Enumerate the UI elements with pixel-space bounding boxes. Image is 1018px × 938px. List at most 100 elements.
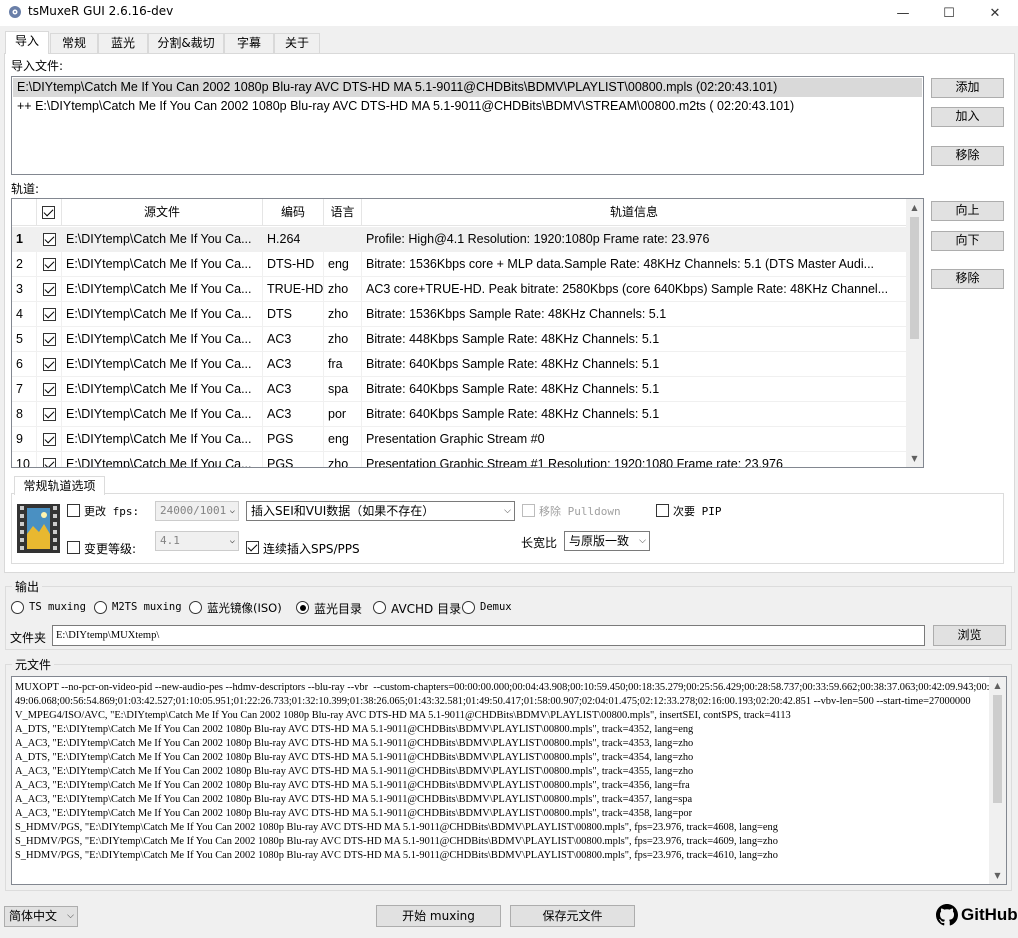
- track-source: E:\DIYtemp\Catch Me If You Ca...: [66, 457, 252, 468]
- language-select[interactable]: 简体中文 ⌵: [4, 906, 78, 927]
- track-info-header[interactable]: 轨道信息: [362, 199, 907, 226]
- track-enabled-checkbox[interactable]: [43, 433, 56, 446]
- app-icon: [8, 5, 22, 19]
- tracks-table[interactable]: 源文件 编码 语言 轨道信息 1 E:\DIYtemp\Catch Me If Y…: [11, 198, 924, 468]
- minimize-button[interactable]: —: [880, 0, 926, 26]
- save-meta-button[interactable]: 保存元文件: [510, 905, 635, 927]
- column-separator: [323, 402, 324, 427]
- tab-general[interactable]: 常规: [50, 33, 98, 53]
- column-separator: [361, 302, 362, 327]
- scroll-down-arrow-icon[interactable]: ▼: [906, 450, 923, 467]
- track-row[interactable]: 1 E:\DIYtemp\Catch Me If You Ca... H.264 Pr…: [12, 227, 906, 252]
- scrollbar-thumb[interactable]: [910, 217, 919, 339]
- append-button[interactable]: 加入: [931, 107, 1004, 127]
- track-row[interactable]: 8 E:\DIYtemp\Catch Me If You Ca... AC3 por B…: [12, 402, 906, 427]
- track-source: E:\DIYtemp\Catch Me If You Ca...: [66, 432, 252, 446]
- track-source: E:\DIYtemp\Catch Me If You Ca...: [66, 407, 252, 421]
- track-row[interactable]: 4 E:\DIYtemp\Catch Me If You Ca... DTS zho B…: [12, 302, 906, 327]
- column-separator: [61, 427, 62, 452]
- column-separator: [36, 352, 37, 377]
- scroll-down-arrow-icon[interactable]: ▼: [989, 867, 1006, 884]
- fps-select[interactable]: 24000/1001 ⌵: [155, 501, 239, 521]
- tab-split-cut[interactable]: 分割&裁切: [148, 33, 224, 53]
- import-file-item[interactable]: ++ E:\DIYtemp\Catch Me If You Can 2002 1…: [13, 97, 922, 116]
- radio-bluray-folder[interactable]: [296, 601, 309, 614]
- track-row[interactable]: 7 E:\DIYtemp\Catch Me If You Ca... AC3 spa B…: [12, 377, 906, 402]
- close-button[interactable]: ✕: [972, 0, 1018, 26]
- tab-subtitles[interactable]: 字幕: [224, 33, 274, 53]
- track-enabled-checkbox[interactable]: [43, 233, 56, 246]
- track-language: zho: [328, 282, 349, 296]
- move-down-button[interactable]: 向下: [931, 231, 1004, 251]
- track-enabled-checkbox[interactable]: [43, 308, 56, 321]
- remove-file-button[interactable]: 移除: [931, 146, 1004, 166]
- import-file-list[interactable]: E:\DIYtemp\Catch Me If You Can 2002 1080…: [11, 76, 924, 175]
- track-row[interactable]: 5 E:\DIYtemp\Catch Me If You Ca... AC3 zho B…: [12, 327, 906, 352]
- track-row[interactable]: 9 E:\DIYtemp\Catch Me If You Ca... PGS eng P…: [12, 427, 906, 452]
- avchd-folder-label: AVCHD 目录: [391, 602, 462, 616]
- move-up-button[interactable]: 向上: [931, 201, 1004, 221]
- level-select[interactable]: 4.1 ⌵: [155, 531, 239, 551]
- scroll-up-arrow-icon[interactable]: ▲: [906, 199, 923, 216]
- aspect-select[interactable]: 与原版一致 ⌵: [564, 531, 650, 551]
- column-separator: [323, 427, 324, 452]
- demux-label: Demux: [480, 601, 512, 613]
- scroll-up-arrow-icon[interactable]: ▲: [989, 677, 1006, 694]
- codec-header[interactable]: 编码: [263, 199, 324, 226]
- github-icon[interactable]: [936, 904, 958, 926]
- track-enabled-checkbox[interactable]: [43, 283, 56, 296]
- change-fps-checkbox[interactable]: [67, 504, 80, 517]
- insert-sps-checkbox[interactable]: [246, 541, 259, 554]
- meta-scrollbar[interactable]: ▲ ▼: [989, 677, 1006, 884]
- start-muxing-button[interactable]: 开始 muxing: [376, 905, 501, 927]
- secondary-pip-checkbox[interactable]: [656, 504, 669, 517]
- radio-ts-muxing[interactable]: [11, 601, 24, 614]
- column-separator: [36, 377, 37, 402]
- scrollbar-thumb[interactable]: [993, 695, 1002, 803]
- check-all-checkbox[interactable]: [42, 206, 55, 219]
- track-row[interactable]: 6 E:\DIYtemp\Catch Me If You Ca... AC3 fra B…: [12, 352, 906, 377]
- track-row[interactable]: 10 E:\DIYtemp\Catch Me If You Ca... PGS zho…: [12, 452, 906, 468]
- radio-m2ts-muxing[interactable]: [94, 601, 107, 614]
- track-options-tab[interactable]: 常规轨道选项: [14, 476, 105, 495]
- maximize-button[interactable]: ☐: [926, 0, 972, 26]
- track-enabled-checkbox[interactable]: [43, 358, 56, 371]
- tab-about[interactable]: 关于: [274, 33, 320, 53]
- track-codec: TRUE-HD: [267, 282, 324, 296]
- tab-bluray[interactable]: 蓝光: [98, 33, 148, 53]
- meta-textarea[interactable]: MUXOPT --no-pcr-on-video-pid --new-audio…: [11, 676, 1007, 885]
- track-row[interactable]: 2 E:\DIYtemp\Catch Me If You Ca... DTS-HD e…: [12, 252, 906, 277]
- meta-content[interactable]: MUXOPT --no-pcr-on-video-pid --new-audio…: [15, 681, 990, 863]
- language-header[interactable]: 语言: [324, 199, 362, 226]
- track-row[interactable]: 3 E:\DIYtemp\Catch Me If You Ca... TRUE-HD…: [12, 277, 906, 302]
- folder-input[interactable]: E:\DIYtemp\MUXtemp\: [52, 625, 925, 646]
- source-file-header[interactable]: 源文件: [62, 199, 263, 226]
- radio-demux[interactable]: [462, 601, 475, 614]
- window-title: tsMuxeR GUI 2.6.16-dev: [28, 4, 174, 18]
- track-info: Bitrate: 640Kbps Sample Rate: 48KHz Chan…: [366, 382, 660, 396]
- track-language: fra: [328, 357, 343, 371]
- check-header[interactable]: [37, 199, 62, 226]
- track-number: 9: [16, 432, 23, 446]
- track-source: E:\DIYtemp\Catch Me If You Ca...: [66, 382, 252, 396]
- remove-pulldown-checkbox[interactable]: [522, 504, 535, 517]
- sei-select[interactable]: 插入SEI和VUI数据（如果不存在） ⌵: [246, 501, 515, 521]
- track-enabled-checkbox[interactable]: [43, 333, 56, 346]
- import-file-item[interactable]: E:\DIYtemp\Catch Me If You Can 2002 1080…: [13, 78, 922, 97]
- tracks-scrollbar[interactable]: ▲ ▼: [906, 199, 923, 467]
- tab-import[interactable]: 导入: [5, 31, 49, 54]
- add-button[interactable]: 添加: [931, 78, 1004, 98]
- track-enabled-checkbox[interactable]: [43, 408, 56, 421]
- radio-bluray-iso[interactable]: [189, 601, 202, 614]
- ts-muxing-label: TS muxing: [29, 601, 86, 613]
- change-level-checkbox[interactable]: [67, 541, 80, 554]
- radio-avchd-folder[interactable]: [373, 601, 386, 614]
- output-label: 输出: [12, 578, 43, 595]
- remove-track-button[interactable]: 移除: [931, 269, 1004, 289]
- track-enabled-checkbox[interactable]: [43, 258, 56, 271]
- track-codec: AC3: [267, 382, 292, 396]
- browse-button[interactable]: 浏览: [933, 625, 1006, 646]
- track-enabled-checkbox[interactable]: [43, 458, 56, 467]
- track-enabled-checkbox[interactable]: [43, 383, 56, 396]
- github-link[interactable]: GitHub: [961, 905, 1018, 925]
